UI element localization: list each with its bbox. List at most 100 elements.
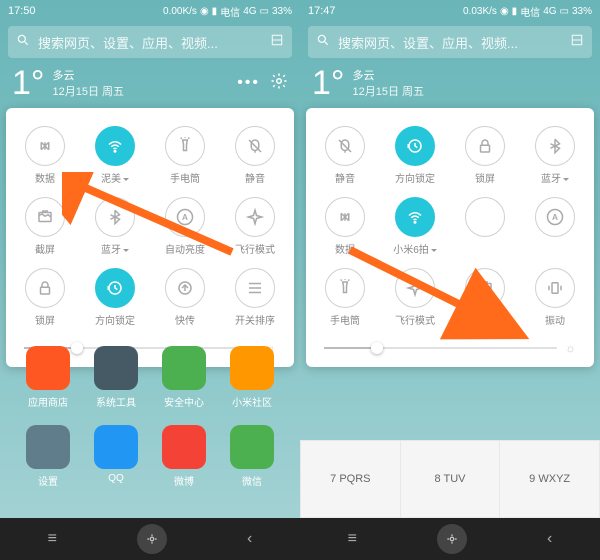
recents-button[interactable]: ≡: [348, 530, 357, 548]
home-button[interactable]: [437, 524, 467, 554]
temperature: 1°: [12, 66, 45, 100]
tiles-grid: 静音方向锁定锁屏蓝牙数据小米6拍 A 手电筒 飞行模式截屏振动: [310, 120, 590, 333]
app-label: 应用商店: [28, 394, 68, 409]
tile-rotate[interactable]: 方向锁定: [380, 120, 450, 191]
tile-data[interactable]: 数据: [310, 191, 380, 262]
weather-row[interactable]: 1° 多云 12月15日 周五: [300, 62, 600, 108]
airplane-icon: [395, 268, 435, 308]
tiles-grid: 数据 泥美手电筒 静音截屏 蓝牙 A自动亮度飞行模式锁屏 方向锁定快传开关排序: [10, 120, 290, 333]
key-7[interactable]: 7 PQRS: [301, 441, 400, 517]
tile-screenshot[interactable]: 截屏: [450, 262, 520, 333]
app-应用商店[interactable]: 应用商店: [14, 338, 82, 417]
tile-rotate[interactable]: 方向锁定: [80, 262, 150, 333]
tile-airplane[interactable]: 飞行模式: [380, 262, 450, 333]
phone-right: 17:47 0.03K/s ◉ ▮ 电信 4G ▭ 33% 搜索网页、设置、应用…: [300, 0, 600, 560]
battery-icon: ▭: [260, 6, 269, 17]
back-button[interactable]: ‹: [547, 530, 552, 548]
tile-lock[interactable]: 锁屏: [450, 120, 520, 191]
brightness-icon: ☼: [565, 341, 576, 355]
app-icon: [162, 425, 206, 469]
app-icon: [26, 425, 70, 469]
slider-thumb[interactable]: [371, 342, 383, 354]
app-微博[interactable]: 微博: [150, 417, 218, 496]
tile-auto[interactable]: A: [520, 191, 590, 262]
tile-bluetooth[interactable]: 蓝牙: [520, 120, 590, 191]
status-right: 0.00K/s ◉ ▮ 电信 4G ▭ 33%: [163, 4, 292, 19]
app-label: QQ: [108, 473, 124, 484]
tile-data[interactable]: 数据: [10, 120, 80, 191]
key-8[interactable]: 8 TUV: [401, 441, 500, 517]
wifi-icon: [95, 126, 135, 166]
slider-fill: [324, 347, 371, 349]
search-bar[interactable]: 搜索网页、设置、应用、视频...: [308, 26, 592, 58]
signal-icon: ▮: [212, 6, 218, 17]
lock-icon: [465, 126, 505, 166]
phone-left: 17:50 0.00K/s ◉ ▮ 电信 4G ▭ 33% 搜索网页、设置、应用…: [0, 0, 300, 560]
recents-button[interactable]: ≡: [48, 530, 57, 548]
tile-label: 方向锁定: [395, 170, 435, 185]
tile-vibrate[interactable]: 振动: [520, 262, 590, 333]
tile-bluetooth[interactable]: 蓝牙: [80, 191, 150, 262]
app-label: 微博: [174, 473, 194, 488]
rotate-icon: [395, 126, 435, 166]
app-icon: [162, 346, 206, 390]
app-设置[interactable]: 设置: [14, 417, 82, 496]
tile-screenshot[interactable]: 截屏: [10, 191, 80, 262]
search-icon: [16, 33, 30, 52]
app-label: 安全中心: [164, 394, 204, 409]
app-微信[interactable]: 微信: [218, 417, 286, 496]
brightness-slider[interactable]: ☼: [324, 341, 576, 355]
home-button[interactable]: [137, 524, 167, 554]
tile-empty[interactable]: [450, 191, 520, 262]
tile-auto[interactable]: A自动亮度: [150, 191, 220, 262]
tile-torch[interactable]: 手电筒: [310, 262, 380, 333]
weather-row[interactable]: 1° 多云 12月15日 周五 •••: [0, 62, 300, 108]
tile-lock[interactable]: 锁屏: [10, 262, 80, 333]
tile-torch[interactable]: 手电筒: [150, 120, 220, 191]
tile-transfer[interactable]: 快传: [150, 262, 220, 333]
scan-icon[interactable]: [270, 33, 284, 52]
app-icon: [230, 346, 274, 390]
tile-label: 截屏: [35, 241, 55, 256]
tile-wifi[interactable]: 泥美: [80, 120, 150, 191]
torch-icon: [165, 126, 205, 166]
key-9[interactable]: 9 WXYZ: [500, 441, 599, 517]
weather-info: 多云 12月15日 周五: [53, 67, 125, 99]
tile-sort[interactable]: 开关排序: [220, 262, 290, 333]
tile-label: 蓝牙: [101, 241, 129, 256]
tile-airplane[interactable]: 飞行模式: [220, 191, 290, 262]
tile-label: 飞行模式: [395, 312, 435, 327]
auto-icon: A: [165, 197, 205, 237]
home-apps: 应用商店系统工具安全中心 小米社区设置 QQ 微博 微信: [0, 338, 300, 496]
tile-label: 静音: [245, 170, 265, 185]
screenshot-icon: [465, 268, 505, 308]
screenshot-icon: [25, 197, 65, 237]
status-bar: 17:50 0.00K/s ◉ ▮ 电信 4G ▭ 33%: [0, 0, 300, 22]
status-bar: 17:47 0.03K/s ◉ ▮ 电信 4G ▭ 33%: [300, 0, 600, 22]
sort-icon: [235, 268, 275, 308]
app-icon: [94, 425, 138, 469]
app-安全中心[interactable]: 安全中心: [150, 338, 218, 417]
app-系统工具[interactable]: 系统工具: [82, 338, 150, 417]
back-button[interactable]: ‹: [247, 530, 252, 548]
tile-label: 手电筒: [330, 312, 360, 327]
gear-icon[interactable]: [270, 72, 288, 95]
search-bar[interactable]: 搜索网页、设置、应用、视频...: [8, 26, 292, 58]
data-icon: [25, 126, 65, 166]
battery-icon: ▭: [560, 6, 569, 17]
app-label: 小米社区: [232, 394, 272, 409]
tile-wifi[interactable]: 小米6拍: [380, 191, 450, 262]
app-小米社区[interactable]: 小米社区: [218, 338, 286, 417]
nav-bar: ≡ ‹: [0, 518, 300, 560]
app-QQ[interactable]: QQ: [82, 417, 150, 496]
tile-mute[interactable]: 静音: [310, 120, 380, 191]
tile-label: 飞行模式: [235, 241, 275, 256]
more-icon[interactable]: •••: [237, 74, 260, 92]
mute-icon: [235, 126, 275, 166]
tile-label: 锁屏: [35, 312, 55, 327]
tile-mute[interactable]: 静音: [220, 120, 290, 191]
tile-label: 数据: [35, 170, 55, 185]
tile-label: 手电筒: [170, 170, 200, 185]
bluetooth-icon: [535, 126, 575, 166]
scan-icon[interactable]: [570, 33, 584, 52]
